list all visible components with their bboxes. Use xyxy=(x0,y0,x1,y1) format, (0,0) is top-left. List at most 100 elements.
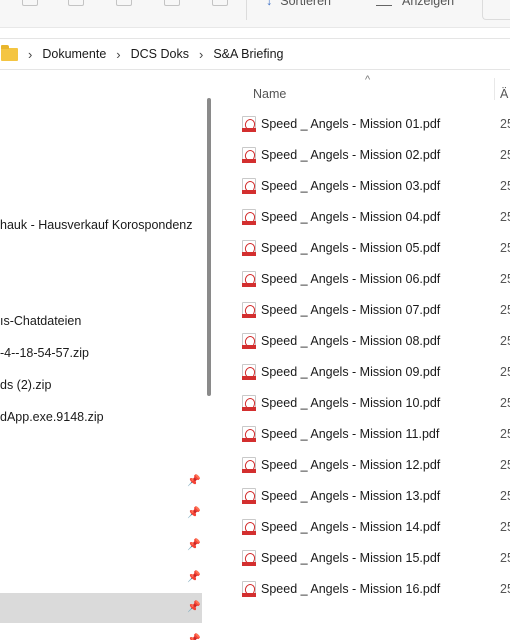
pdf-file-icon xyxy=(242,550,256,566)
file-name: Speed _ Angels - Mission 04.pdf xyxy=(261,210,441,224)
view-lines-icon xyxy=(376,0,392,7)
file-row[interactable]: Speed _ Angels - Mission 16.pdf 25 xyxy=(218,575,510,606)
file-row[interactable]: Speed _ Angels - Mission 15.pdf 25 xyxy=(218,544,510,575)
file-date: 25 xyxy=(500,272,510,286)
file-date: 25 xyxy=(500,396,510,410)
pdf-file-icon xyxy=(242,519,256,535)
pin-icon[interactable]: 📌 xyxy=(187,571,201,583)
file-date: 25 xyxy=(500,365,510,379)
quick-access-item[interactable]: 📌 xyxy=(0,499,202,529)
nav-item[interactable]: ds (2).zip xyxy=(0,375,51,395)
column-divider[interactable] xyxy=(494,78,495,100)
file-row[interactable]: Speed _ Angels - Mission 06.pdf 25 xyxy=(218,265,510,296)
file-list: ^ Name Ä Speed _ Angels - Mission 01.pdf… xyxy=(218,70,510,640)
pdf-file-icon xyxy=(242,333,256,349)
pdf-file-icon xyxy=(242,364,256,380)
file-row[interactable]: Speed _ Angels - Mission 04.pdf 25 xyxy=(218,203,510,234)
file-name: Speed _ Angels - Mission 09.pdf xyxy=(261,365,441,379)
file-row[interactable]: Speed _ Angels - Mission 14.pdf 25 xyxy=(218,513,510,544)
paste-icon[interactable] xyxy=(116,0,132,6)
file-date: 25 xyxy=(500,427,510,441)
file-date: 25 xyxy=(500,489,510,503)
file-row[interactable]: Speed _ Angels - Mission 07.pdf 25 xyxy=(218,296,510,327)
nav-scrollbar-thumb[interactable] xyxy=(207,98,211,396)
file-name: Speed _ Angels - Mission 14.pdf xyxy=(261,520,441,534)
pdf-file-icon xyxy=(242,178,256,194)
file-date: 25 xyxy=(500,241,510,255)
file-row[interactable]: Speed _ Angels - Mission 11.pdf 25 xyxy=(218,420,510,451)
file-name: Speed _ Angels - Mission 11.pdf xyxy=(261,427,440,441)
file-date: 25 xyxy=(500,117,510,131)
file-row[interactable]: Speed _ Angels - Mission 03.pdf 25 xyxy=(218,172,510,203)
file-date: 25 xyxy=(500,303,510,317)
breadcrumb-dcs-doks[interactable]: DCS Doks xyxy=(131,47,189,61)
file-date: 25 xyxy=(500,179,510,193)
sort-caret-icon: ^ xyxy=(365,74,371,86)
nav-item[interactable]: hauk - Hausverkauf Korospondenz xyxy=(0,215,192,235)
more-options-button[interactable] xyxy=(482,0,510,20)
file-row[interactable]: Speed _ Angels - Mission 10.pdf 25 xyxy=(218,389,510,420)
chevron-right-icon: › xyxy=(198,46,204,62)
quick-access-item[interactable]: 📌 xyxy=(0,467,202,497)
toolbar-divider xyxy=(246,0,247,20)
file-date: 25 xyxy=(500,520,510,534)
file-name: Speed _ Angels - Mission 05.pdf xyxy=(261,241,441,255)
file-name: Speed _ Angels - Mission 15.pdf xyxy=(261,551,441,565)
file-row[interactable]: Speed _ Angels - Mission 02.pdf 25 xyxy=(218,141,510,172)
pdf-file-icon xyxy=(242,488,256,504)
column-header-date[interactable]: Ä xyxy=(500,87,508,101)
column-header-name[interactable]: Name xyxy=(253,87,286,101)
file-name: Speed _ Angels - Mission 03.pdf xyxy=(261,179,441,193)
file-row[interactable]: Speed _ Angels - Mission 12.pdf 25 xyxy=(218,451,510,482)
file-date: 25 xyxy=(500,582,510,596)
pdf-file-icon xyxy=(242,240,256,256)
address-bar[interactable]: › Dokumente › DCS Doks › S&A Briefing xyxy=(0,38,510,70)
pin-icon[interactable]: 📌 xyxy=(187,507,201,519)
file-row[interactable]: Speed _ Angels - Mission 01.pdf 25 xyxy=(218,110,510,141)
cut-icon[interactable] xyxy=(22,0,38,6)
delete-icon[interactable] xyxy=(212,0,228,6)
pdf-file-icon xyxy=(242,116,256,132)
quick-access-item[interactable]: 📌 xyxy=(0,531,202,561)
nav-item[interactable]: dApp.exe.9148.zip xyxy=(0,407,104,427)
file-name: Speed _ Angels - Mission 02.pdf xyxy=(261,148,441,162)
file-date: 25 xyxy=(500,334,510,348)
file-name: Speed _ Angels - Mission 16.pdf xyxy=(261,582,441,596)
pdf-file-icon xyxy=(242,426,256,442)
view-label: Anzeigen xyxy=(402,0,455,8)
pin-icon[interactable]: 📌 xyxy=(187,539,201,551)
quick-access-item-selected[interactable]: 📌 xyxy=(0,593,202,623)
breadcrumb-sa-briefing[interactable]: S&A Briefing xyxy=(213,47,283,61)
chevron-right-icon: › xyxy=(116,46,121,62)
pdf-file-icon xyxy=(242,457,256,473)
pdf-file-icon xyxy=(242,271,256,287)
file-row[interactable]: Speed _ Angels - Mission 05.pdf 25 xyxy=(218,234,510,265)
quick-access-item[interactable]: 📌 xyxy=(0,626,202,640)
copy-icon[interactable] xyxy=(68,0,84,6)
nav-item[interactable]: ıs-Chatdateien xyxy=(0,311,81,331)
sort-label: Sortieren xyxy=(280,0,331,8)
pdf-file-icon xyxy=(242,209,256,225)
command-bar: ↓ Sortieren Anzeigen xyxy=(0,0,510,28)
file-row[interactable]: Speed _ Angels - Mission 09.pdf 25 xyxy=(218,358,510,389)
file-date: 25 xyxy=(500,458,510,472)
file-row[interactable]: Speed _ Angels - Mission 08.pdf 25 xyxy=(218,327,510,358)
file-name: Speed _ Angels - Mission 08.pdf xyxy=(261,334,441,348)
breadcrumb-dokumente[interactable]: Dokumente xyxy=(42,47,106,61)
pin-icon[interactable]: 📌 xyxy=(187,634,201,640)
pdf-file-icon xyxy=(242,395,256,411)
nav-item[interactable]: -4--18-54-57.zip xyxy=(0,343,89,363)
file-row[interactable]: Speed _ Angels - Mission 13.pdf 25 xyxy=(218,482,510,513)
sort-button[interactable]: ↓ Sortieren xyxy=(266,0,331,10)
share-icon[interactable] xyxy=(164,0,180,6)
quick-access-item[interactable]: 📌 xyxy=(0,563,202,593)
pin-icon[interactable]: 📌 xyxy=(187,475,201,487)
pin-icon[interactable]: 📌 xyxy=(187,601,201,613)
view-button[interactable]: Anzeigen xyxy=(376,0,454,10)
sort-arrow-icon: ↓ xyxy=(266,0,273,8)
pdf-file-icon xyxy=(242,581,256,597)
file-name: Speed _ Angels - Mission 12.pdf xyxy=(261,458,441,472)
navigation-pane: hauk - Hausverkauf Korospondenz ıs-Chatd… xyxy=(0,70,218,640)
file-name: Speed _ Angels - Mission 06.pdf xyxy=(261,272,441,286)
file-name: Speed _ Angels - Mission 13.pdf xyxy=(261,489,441,503)
